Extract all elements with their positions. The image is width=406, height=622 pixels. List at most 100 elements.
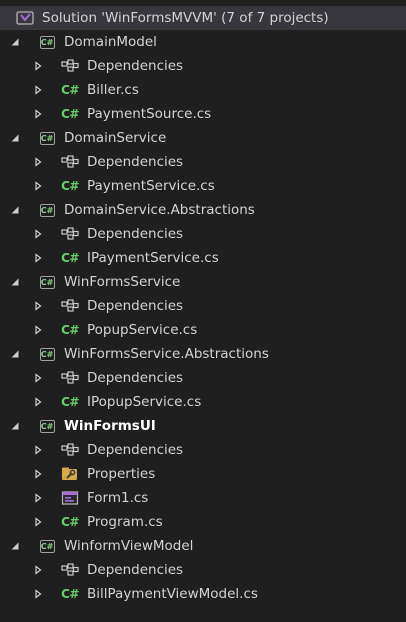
dependencies-node[interactable]: Dependencies: [0, 150, 406, 174]
dependencies-icon: [61, 562, 79, 578]
collapsed-arrow-icon[interactable]: [32, 588, 44, 600]
form-icon: [61, 490, 79, 506]
dependencies-icon: [61, 298, 79, 314]
csharp-file-icon: C#: [61, 107, 79, 121]
project-label: WinformViewModel: [64, 538, 194, 554]
solution-explorer-tree: Solution 'WinFormsMVVM' (7 of 7 projects…: [0, 0, 406, 606]
dependencies-node[interactable]: Dependencies: [0, 294, 406, 318]
expanded-arrow-icon[interactable]: [9, 276, 21, 288]
dependencies-node[interactable]: Dependencies: [0, 438, 406, 462]
project-label: WinFormsUI: [64, 418, 156, 434]
csharp-file-icon: C#: [61, 587, 79, 601]
collapsed-arrow-icon[interactable]: [32, 228, 44, 240]
file-node[interactable]: C# BillPaymentViewModel.cs: [0, 582, 406, 606]
collapsed-arrow-icon[interactable]: [32, 252, 44, 264]
file-node[interactable]: Form1.cs: [0, 486, 406, 510]
expanded-arrow-icon[interactable]: [9, 348, 21, 360]
csharp-file-icon: C#: [61, 323, 79, 337]
collapsed-arrow-icon[interactable]: [32, 60, 44, 72]
dependencies-icon: [61, 226, 79, 242]
item-label: Biller.cs: [87, 82, 139, 98]
item-label: Dependencies: [87, 562, 184, 578]
dependencies-icon: [61, 58, 79, 74]
project-label: DomainService.Abstractions: [64, 202, 255, 218]
collapsed-arrow-icon[interactable]: [32, 516, 44, 528]
csharp-project-icon: C#: [39, 203, 55, 217]
csharp-file-icon: C#: [61, 179, 79, 193]
solution-node[interactable]: Solution 'WinFormsMVVM' (7 of 7 projects…: [0, 6, 406, 30]
csharp-file-icon: C#: [61, 515, 79, 529]
expanded-arrow-icon[interactable]: [9, 204, 21, 216]
collapsed-arrow-icon[interactable]: [32, 492, 44, 504]
dependencies-node[interactable]: Dependencies: [0, 366, 406, 390]
csharp-project-icon: C#: [39, 35, 55, 49]
csharp-file-icon: C#: [61, 251, 79, 265]
project-node[interactable]: C# WinFormsService.Abstractions: [0, 342, 406, 366]
item-label: PopupService.cs: [87, 322, 198, 338]
item-label: IPaymentService.cs: [87, 250, 219, 266]
dependencies-icon: [61, 442, 79, 458]
project-node[interactable]: C# WinformViewModel: [0, 534, 406, 558]
csharp-project-icon: C#: [39, 539, 55, 553]
file-node[interactable]: C# PopupService.cs: [0, 318, 406, 342]
csharp-project-icon: C#: [39, 275, 55, 289]
collapsed-arrow-icon[interactable]: [32, 84, 44, 96]
visual-studio-solution-icon: [16, 10, 34, 26]
item-label: IPopupService.cs: [87, 394, 202, 410]
file-node[interactable]: C# Biller.cs: [0, 78, 406, 102]
collapsed-arrow-icon[interactable]: [32, 180, 44, 192]
collapsed-arrow-icon[interactable]: [32, 564, 44, 576]
item-label: Dependencies: [87, 370, 184, 386]
collapsed-arrow-icon[interactable]: [32, 396, 44, 408]
dependencies-node[interactable]: Dependencies: [0, 558, 406, 582]
file-node[interactable]: Properties: [0, 462, 406, 486]
file-node[interactable]: C# Program.cs: [0, 510, 406, 534]
properties-wrench-icon: [61, 466, 79, 482]
file-node[interactable]: C# PaymentSource.cs: [0, 102, 406, 126]
item-label: PaymentService.cs: [87, 178, 215, 194]
collapsed-arrow-icon[interactable]: [32, 444, 44, 456]
item-label: Dependencies: [87, 226, 184, 242]
collapsed-arrow-icon[interactable]: [32, 468, 44, 480]
collapsed-arrow-icon[interactable]: [32, 108, 44, 120]
project-node[interactable]: C# DomainService.Abstractions: [0, 198, 406, 222]
csharp-project-icon: C#: [39, 347, 55, 361]
dependencies-node[interactable]: Dependencies: [0, 54, 406, 78]
project-label: DomainService: [64, 130, 167, 146]
solution-label: Solution 'WinFormsMVVM' (7 of 7 projects…: [42, 10, 329, 26]
dependencies-icon: [61, 154, 79, 170]
project-node[interactable]: C# DomainService: [0, 126, 406, 150]
expanded-arrow-icon[interactable]: [9, 540, 21, 552]
dependencies-icon: [61, 370, 79, 386]
project-node[interactable]: C# DomainModel: [0, 30, 406, 54]
collapsed-arrow-icon[interactable]: [32, 300, 44, 312]
item-label: PaymentSource.cs: [87, 106, 212, 122]
item-label: BillPaymentViewModel.cs: [87, 586, 258, 602]
item-label: Dependencies: [87, 58, 184, 74]
collapsed-arrow-icon[interactable]: [32, 156, 44, 168]
expanded-arrow-icon[interactable]: [9, 132, 21, 144]
project-label: DomainModel: [64, 34, 157, 50]
csharp-project-icon: C#: [39, 131, 55, 145]
file-node[interactable]: C# IPopupService.cs: [0, 390, 406, 414]
csharp-file-icon: C#: [61, 83, 79, 97]
expanded-arrow-icon[interactable]: [9, 420, 21, 432]
item-label: Program.cs: [87, 514, 163, 530]
collapsed-arrow-icon[interactable]: [32, 324, 44, 336]
item-label: Dependencies: [87, 154, 184, 170]
item-label: Dependencies: [87, 442, 184, 458]
item-label: Dependencies: [87, 298, 184, 314]
collapsed-arrow-icon[interactable]: [32, 372, 44, 384]
file-node[interactable]: C# PaymentService.cs: [0, 174, 406, 198]
item-label: Form1.cs: [87, 490, 149, 506]
project-label: WinFormsService: [64, 274, 181, 290]
dependencies-node[interactable]: Dependencies: [0, 222, 406, 246]
csharp-project-icon: C#: [39, 419, 55, 433]
item-label: Properties: [87, 466, 156, 482]
project-label: WinFormsService.Abstractions: [64, 346, 269, 362]
csharp-file-icon: C#: [61, 395, 79, 409]
file-node[interactable]: C# IPaymentService.cs: [0, 246, 406, 270]
project-node[interactable]: C# WinFormsService: [0, 270, 406, 294]
expanded-arrow-icon[interactable]: [9, 36, 21, 48]
project-node[interactable]: C# WinFormsUI: [0, 414, 406, 438]
